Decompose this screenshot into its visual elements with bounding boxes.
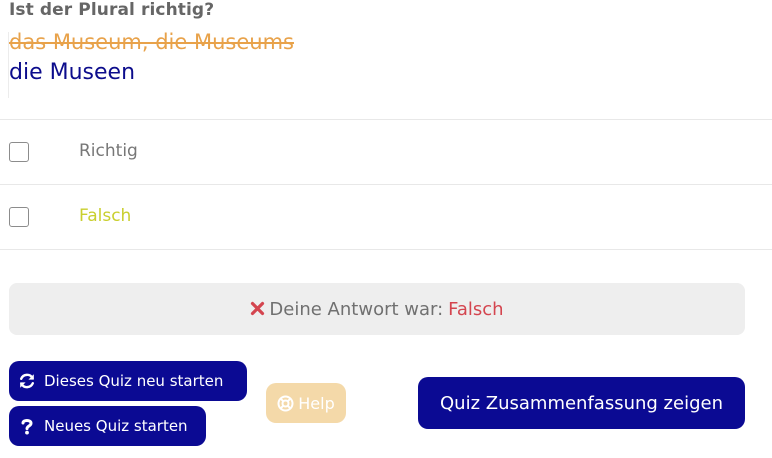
lifebuoy-icon	[277, 395, 294, 412]
quiz-summary-button[interactable]: Quiz Zusammenfassung zeigen	[418, 377, 745, 429]
option-separator	[0, 249, 772, 250]
option-label-richtig: Richtig	[79, 141, 138, 161]
restart-quiz-button[interactable]: Dieses Quiz neu starten	[9, 361, 247, 401]
x-icon	[250, 300, 265, 321]
option-label-falsch: Falsch	[79, 206, 132, 226]
new-quiz-label: Neues Quiz starten	[44, 417, 188, 435]
question-mark-icon	[18, 417, 36, 435]
feedback-prefix: Deine Antwort war:	[269, 298, 444, 320]
help-button[interactable]: Help	[266, 383, 346, 423]
refresh-icon	[18, 372, 36, 390]
restart-quiz-label: Dieses Quiz neu starten	[44, 372, 224, 390]
question-title: Ist der Plural richtig?	[9, 0, 215, 20]
checkbox-falsch[interactable]	[9, 207, 29, 227]
answer-feedback: Deine Antwort war: Falsch	[9, 283, 745, 335]
correct-plural: die Museen	[9, 60, 136, 85]
quiz-summary-label: Quiz Zusammenfassung zeigen	[440, 392, 723, 414]
quiz-page: Ist der Plural richtig? das Museum, die …	[0, 0, 772, 458]
given-plural-strikethrough: das Museum, die Museums	[9, 30, 294, 54]
option-richtig[interactable]: Richtig	[0, 120, 772, 184]
new-quiz-button[interactable]: Neues Quiz starten	[9, 406, 206, 446]
help-label: Help	[298, 393, 335, 413]
option-falsch[interactable]: Falsch	[0, 185, 772, 249]
checkbox-richtig[interactable]	[9, 142, 29, 162]
feedback-answer: Falsch	[448, 298, 504, 320]
